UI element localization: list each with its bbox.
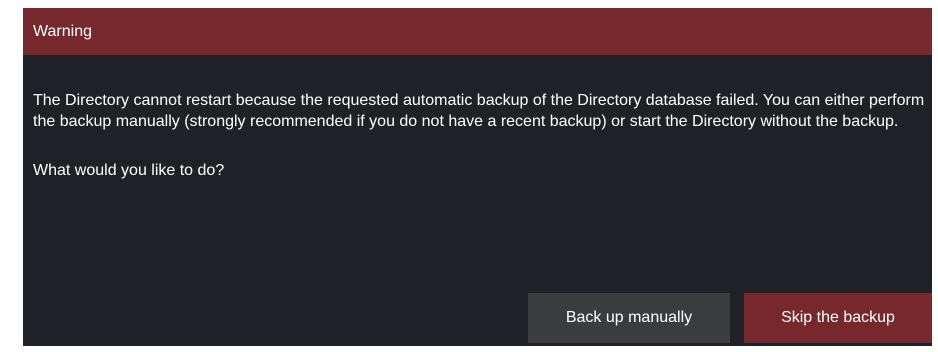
dialog-body: The Directory cannot restart because the… bbox=[23, 55, 932, 181]
dialog-title-bar: Warning bbox=[23, 8, 932, 55]
skip-backup-button[interactable]: Skip the backup bbox=[744, 293, 932, 343]
dialog-actions: Back up manually Skip the backup bbox=[528, 293, 932, 343]
dialog-message: The Directory cannot restart because the… bbox=[33, 92, 925, 130]
dialog-question: What would you like to do? bbox=[33, 162, 225, 179]
dialog-title: Warning bbox=[33, 22, 92, 40]
back-up-manually-button[interactable]: Back up manually bbox=[528, 293, 730, 343]
warning-dialog: Warning The Directory cannot restart bec… bbox=[23, 8, 932, 346]
